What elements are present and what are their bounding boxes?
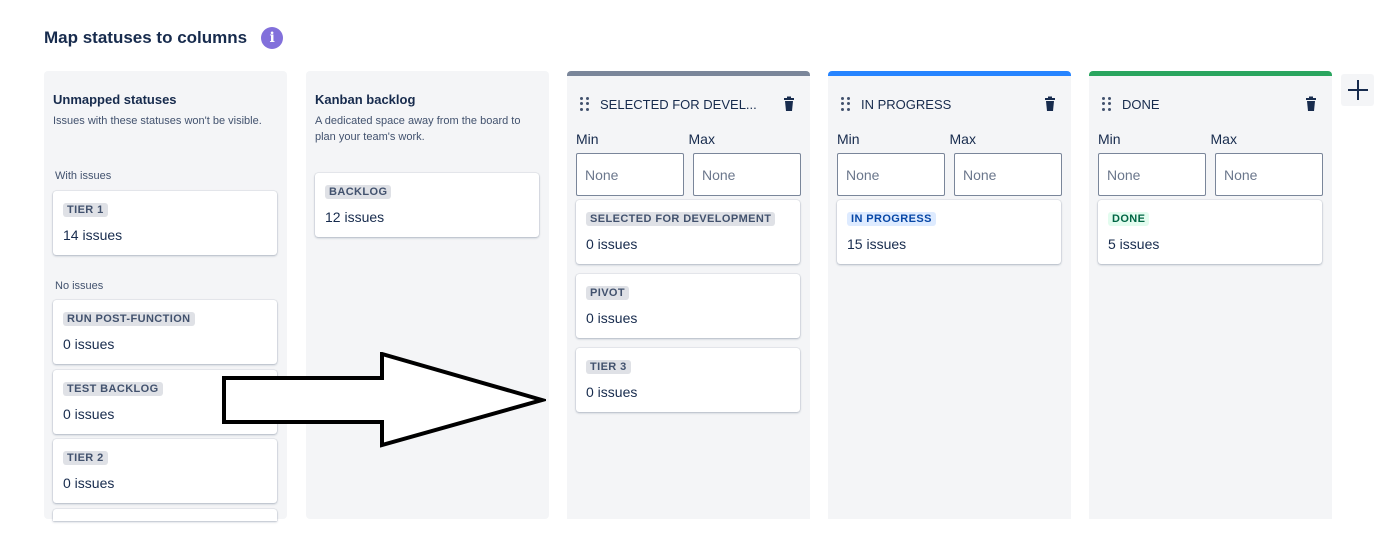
- min-label: Min: [576, 131, 599, 147]
- status-lozenge: TIER 3: [586, 360, 631, 374]
- status-lozenge: SELECTED FOR DEVELOPMENT: [586, 212, 776, 226]
- column-title[interactable]: DONE: [1122, 97, 1303, 112]
- status-lozenge: PIVOT: [586, 286, 630, 300]
- min-max-inputs: [576, 153, 801, 196]
- min-max-labels: Min Max: [1098, 131, 1323, 147]
- column-header: SELECTED FOR DEVEL...: [580, 94, 797, 114]
- min-input[interactable]: [1098, 153, 1206, 196]
- no-issues-label: No issues: [55, 280, 104, 292]
- status-card-in-progress[interactable]: IN PROGRESS 15 issues: [837, 200, 1061, 264]
- kanban-backlog-column: Kanban backlog A dedicated space away fr…: [306, 71, 549, 519]
- max-label: Max: [1210, 131, 1237, 147]
- max-input[interactable]: [1215, 153, 1323, 196]
- info-icon[interactable]: i: [261, 27, 284, 49]
- issue-count: 0 issues: [63, 475, 115, 491]
- issue-count: 5 issues: [1108, 236, 1160, 252]
- status-card-tier-3[interactable]: TIER 3 0 issues: [576, 348, 800, 412]
- status-card-backlog[interactable]: BACKLOG 12 issues: [315, 173, 539, 237]
- max-label: Max: [688, 131, 715, 147]
- backlog-description: A dedicated space away from the board to…: [315, 115, 521, 143]
- status-lozenge: DONE: [1108, 212, 1150, 226]
- column-header: DONE: [1102, 94, 1319, 114]
- column-title[interactable]: IN PROGRESS: [861, 97, 1042, 112]
- page-header: Map statuses to columns i: [44, 27, 284, 49]
- drag-handle-icon[interactable]: [841, 97, 851, 111]
- board-settings-page: Map statuses to columns i Unmapped statu…: [0, 0, 1374, 536]
- min-label: Min: [837, 131, 860, 147]
- issue-count: 0 issues: [586, 310, 638, 326]
- status-card-pivot[interactable]: PIVOT 0 issues: [576, 274, 800, 338]
- right-arrow-annotation: [222, 352, 546, 448]
- status-lozenge: IN PROGRESS: [847, 212, 936, 226]
- min-max-inputs: [837, 153, 1062, 196]
- issue-count: 0 issues: [63, 336, 115, 352]
- board-column-done: DONE Min Max DONE 5 issues: [1089, 71, 1332, 519]
- status-lozenge: TIER 1: [63, 203, 108, 217]
- issue-count: 15 issues: [847, 236, 907, 252]
- column-header: IN PROGRESS: [841, 94, 1058, 114]
- issue-count: 0 issues: [586, 384, 638, 400]
- max-label: Max: [949, 131, 976, 147]
- drag-handle-icon[interactable]: [1102, 97, 1112, 111]
- max-input[interactable]: [954, 153, 1062, 196]
- issue-count: 12 issues: [325, 209, 385, 225]
- status-lozenge: TEST BACKLOG: [63, 382, 163, 396]
- add-column-button[interactable]: [1341, 74, 1374, 106]
- page-title: Map statuses to columns: [44, 28, 248, 47]
- status-lozenge: BACKLOG: [325, 185, 392, 199]
- max-input[interactable]: [693, 153, 801, 196]
- min-input[interactable]: [837, 153, 945, 196]
- issue-count: 14 issues: [63, 227, 123, 243]
- status-lozenge: RUN POST-FUNCTION: [63, 312, 195, 326]
- status-lozenge: TIER 2: [63, 451, 108, 465]
- column-title[interactable]: SELECTED FOR DEVEL...: [600, 97, 781, 112]
- plus-icon: [1347, 80, 1368, 100]
- status-card-tier-2[interactable]: TIER 2 0 issues: [53, 439, 277, 503]
- unmapped-heading: Unmapped statuses: [53, 92, 177, 107]
- trash-icon[interactable]: [1303, 96, 1319, 112]
- min-max-labels: Min Max: [837, 131, 1062, 147]
- drag-handle-icon[interactable]: [580, 97, 590, 111]
- board-column-selected-for-development: SELECTED FOR DEVEL... Min Max SELECTED F…: [567, 71, 810, 519]
- status-card-tier-1[interactable]: TIER 1 14 issues: [53, 191, 277, 255]
- status-card-done[interactable]: DONE 5 issues: [1098, 200, 1322, 264]
- unmapped-description: Issues with these statuses won't be visi…: [53, 115, 262, 127]
- min-max-inputs: [1098, 153, 1323, 196]
- unmapped-statuses-column: Unmapped statuses Issues with these stat…: [44, 71, 287, 521]
- trash-icon[interactable]: [1042, 96, 1058, 112]
- issue-count: 0 issues: [586, 236, 638, 252]
- status-card-selected-for-development[interactable]: SELECTED FOR DEVELOPMENT 0 issues: [576, 200, 800, 264]
- backlog-heading: Kanban backlog: [315, 92, 416, 107]
- min-label: Min: [1098, 131, 1121, 147]
- min-max-labels: Min Max: [576, 131, 801, 147]
- issue-count: 0 issues: [63, 406, 115, 422]
- with-issues-label: With issues: [55, 170, 112, 182]
- trash-icon[interactable]: [781, 96, 797, 112]
- min-input[interactable]: [576, 153, 684, 196]
- status-card-partial[interactable]: [53, 509, 277, 521]
- board-column-in-progress: IN PROGRESS Min Max IN PROGRESS 15 issue…: [828, 71, 1071, 519]
